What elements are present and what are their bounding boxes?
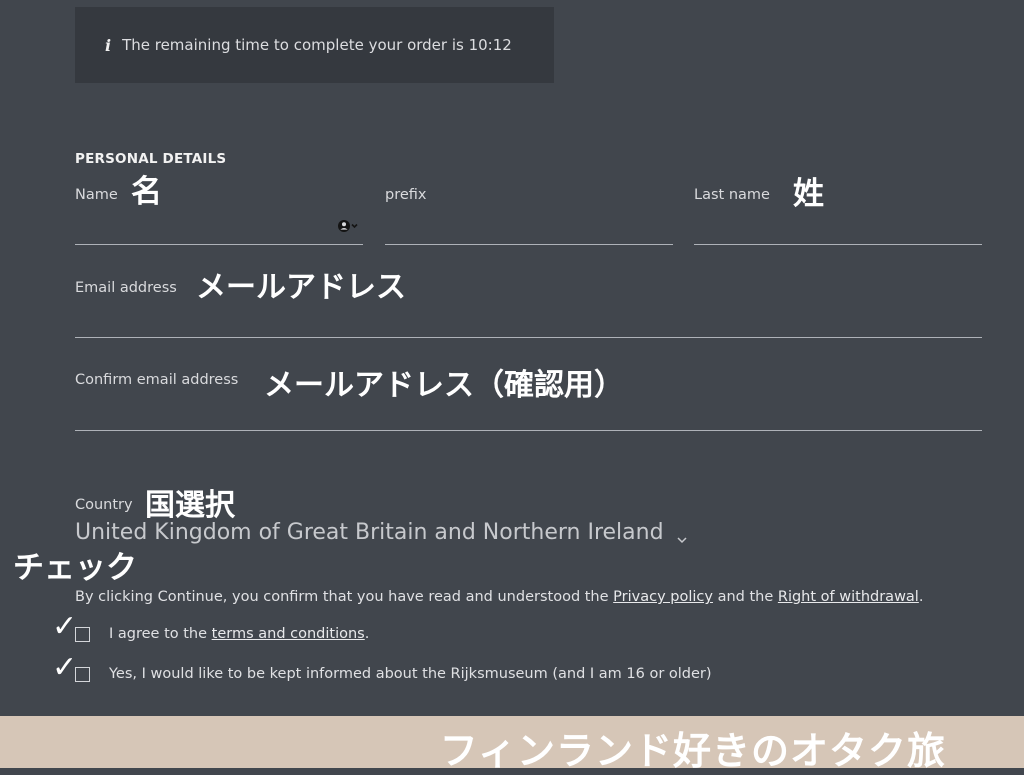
consent-text-before: By clicking Continue, you confirm that y…	[75, 589, 614, 605]
right-of-withdrawal-link[interactable]: Right of withdrawal	[778, 589, 919, 605]
newsletter-row: Yes, I would like to be kept informed ab…	[75, 666, 712, 682]
confirm-email-label: Confirm email address	[75, 372, 239, 388]
last-name-input[interactable]	[694, 244, 982, 245]
prefix-input[interactable]	[385, 244, 673, 245]
email-annotation: メールアドレス	[196, 270, 406, 305]
terms-and-conditions-link[interactable]: terms and conditions	[212, 626, 365, 642]
confirm-email-input[interactable]	[75, 430, 982, 431]
terms-label: I agree to the terms and conditions.	[109, 626, 369, 642]
privacy-policy-link[interactable]: Privacy policy	[613, 589, 713, 605]
name-label: Name	[75, 187, 118, 203]
confirm-email-annotation: メールアドレス（確認用）	[264, 368, 624, 403]
email-label: Email address	[75, 280, 177, 296]
consent-text-middle: and the	[712, 589, 778, 605]
footer-caption: フィンランド好きのオタク旅	[439, 729, 946, 773]
section-title: PERSONAL DETAILS	[75, 151, 227, 167]
check-annotation: チェック	[13, 550, 137, 586]
chevron-down-icon	[676, 527, 688, 543]
terms-row: I agree to the terms and conditions.	[75, 626, 369, 642]
last-name-label: Last name	[694, 187, 770, 203]
name-annotation: 名	[131, 174, 162, 210]
name-input[interactable]	[75, 244, 363, 245]
newsletter-label: Yes, I would like to be kept informed ab…	[109, 666, 712, 682]
consent-text-after: .	[918, 589, 924, 605]
country-selected-value: United Kingdom of Great Britain and Nort…	[75, 520, 664, 545]
timer-text: The remaining time to complete your orde…	[122, 36, 512, 54]
check-mark-annotation-terms: ✓	[52, 609, 78, 644]
email-input[interactable]	[75, 337, 982, 338]
autofill-person-icon[interactable]	[337, 219, 359, 233]
newsletter-checkbox[interactable]	[75, 666, 90, 682]
consent-text: By clicking Continue, you confirm that y…	[75, 589, 923, 605]
terms-checkbox[interactable]	[75, 626, 90, 642]
info-icon: i	[105, 35, 112, 55]
country-select[interactable]: United Kingdom of Great Britain and Nort…	[75, 520, 688, 545]
check-mark-annotation-newsletter: ✓	[52, 650, 78, 685]
country-annotation: 国選択	[145, 488, 235, 523]
country-label: Country	[75, 497, 133, 513]
terms-prefix: I agree to the	[109, 626, 212, 642]
prefix-label: prefix	[385, 187, 427, 203]
last-name-annotation: 姓	[793, 176, 824, 212]
order-timer-notice: i The remaining time to complete your or…	[75, 7, 554, 83]
terms-suffix: .	[364, 626, 370, 642]
